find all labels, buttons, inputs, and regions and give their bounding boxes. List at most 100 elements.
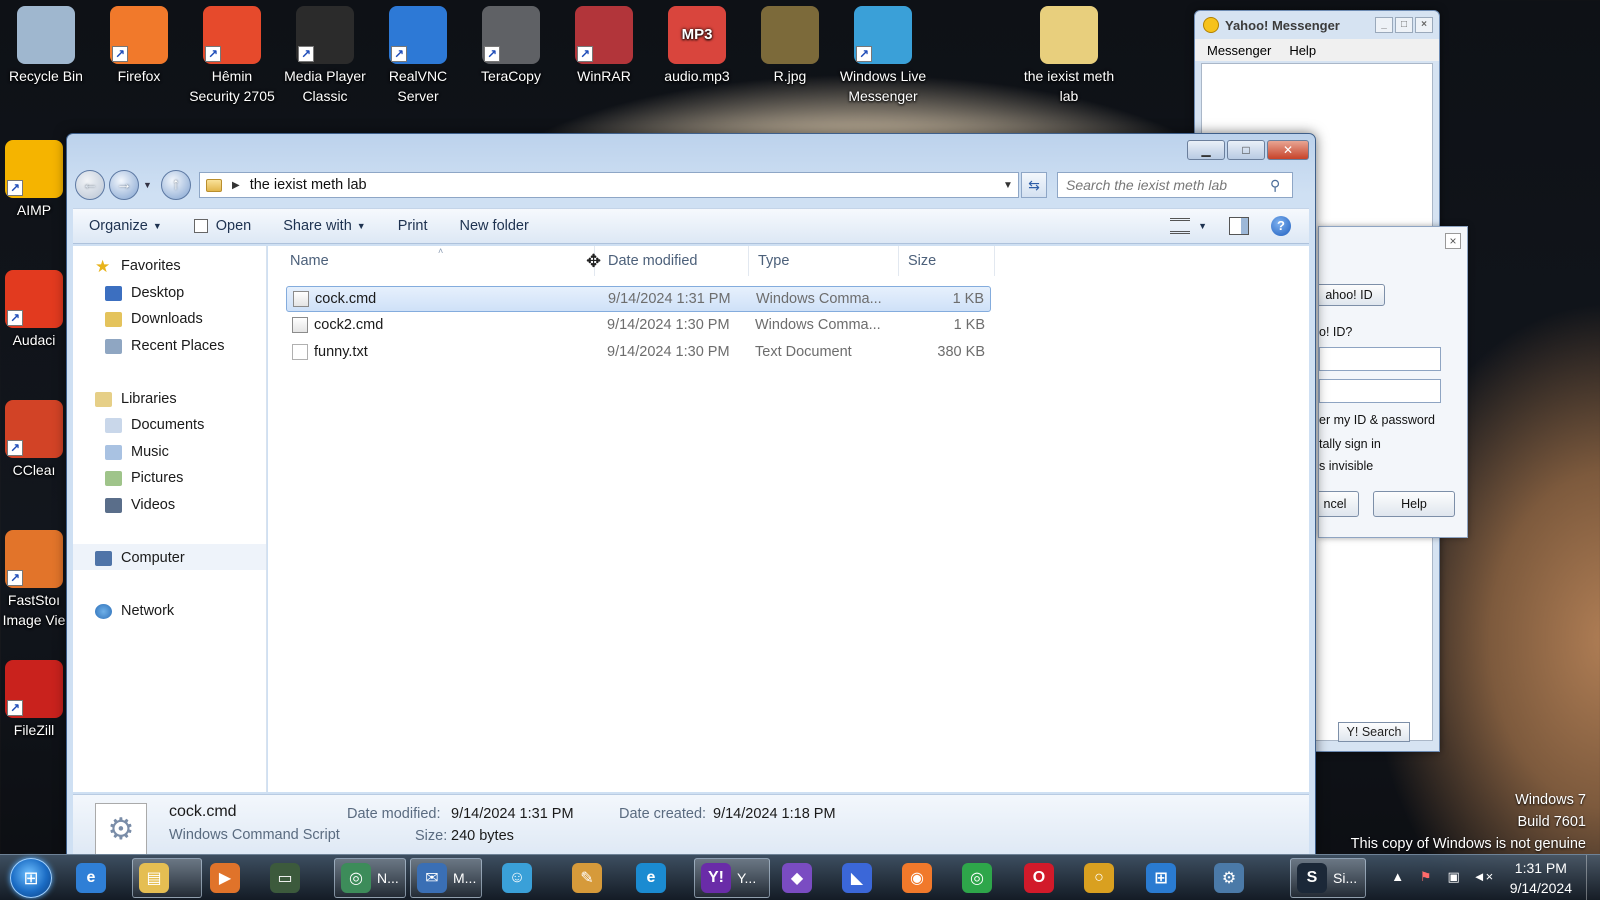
- taskbar-button[interactable]: S Si...: [1290, 858, 1366, 898]
- help-button[interactable]: Help: [1373, 491, 1455, 517]
- taskbar-button[interactable]: O: [1018, 858, 1072, 898]
- desktop-icon[interactable]: ↗ Windows Live Messenger: [837, 0, 929, 106]
- back-button[interactable]: ←: [75, 170, 105, 200]
- taskbar-button[interactable]: ⚙: [1208, 858, 1282, 898]
- column-date-modified[interactable]: Date modified: [608, 253, 697, 269]
- clock[interactable]: 1:31 PM 9/14/2024: [1496, 858, 1586, 898]
- desktop-icon[interactable]: MP3 audio.mp3: [651, 0, 743, 86]
- taskbar-button[interactable]: ◆: [776, 858, 830, 898]
- help-icon[interactable]: ?: [1271, 216, 1291, 236]
- taskbar-button[interactable]: ☺: [496, 858, 560, 898]
- sign-in-invisible-checkbox-label[interactable]: s invisible: [1319, 459, 1373, 473]
- new-folder-button[interactable]: New folder: [444, 218, 545, 234]
- organize-button[interactable]: Organize ▼: [73, 218, 178, 234]
- maximize-button[interactable]: □: [1227, 140, 1265, 160]
- close-button[interactable]: ✕: [1267, 140, 1309, 160]
- get-yahoo-id-button[interactable]: ahoo! ID: [1319, 284, 1385, 306]
- volume-muted-icon[interactable]: ◄×: [1473, 869, 1493, 887]
- start-button[interactable]: ⊞: [10, 858, 52, 898]
- nav-computer[interactable]: Computer: [95, 550, 185, 566]
- taskbar-button[interactable]: e: [630, 858, 688, 898]
- nav-favorites[interactable]: ★ Favorites: [95, 258, 181, 275]
- desktop-icon[interactable]: ↗ FileZill: [0, 654, 74, 740]
- taskbar-button[interactable]: ○: [1078, 858, 1132, 898]
- taskbar-button[interactable]: ◎: [956, 858, 1012, 898]
- desktop-icon[interactable]: R.jpg: [744, 0, 836, 86]
- taskbar-button[interactable]: ▶: [204, 858, 258, 898]
- desktop-icon[interactable]: ↗ FastStoı Image Vie: [0, 524, 74, 630]
- nav-pictures[interactable]: Pictures: [105, 470, 183, 486]
- taskbar-button[interactable]: e: [70, 858, 124, 898]
- network-status-icon[interactable]: ▣: [1445, 869, 1463, 887]
- menu-help[interactable]: Help: [1289, 43, 1316, 58]
- desktop-icon[interactable]: ↗ Hêmin Security 2705: [186, 0, 278, 106]
- column-size[interactable]: Size: [908, 253, 936, 269]
- desktop-icon[interactable]: ↗ AIMP: [0, 134, 74, 220]
- login-close-button[interactable]: ×: [1445, 233, 1461, 249]
- taskbar-button[interactable]: ⊞: [1140, 858, 1202, 898]
- forward-button[interactable]: →: [109, 170, 139, 200]
- column-divider[interactable]: [898, 246, 899, 276]
- address-dropdown-icon[interactable]: ▼: [998, 180, 1018, 191]
- search-icon[interactable]: ⚲: [1270, 177, 1292, 194]
- cancel-button[interactable]: ncel: [1319, 491, 1359, 517]
- file-row[interactable]: cock.cmd 9/14/2024 1:31 PM Windows Comma..…: [286, 286, 991, 312]
- password-field[interactable]: [1319, 379, 1441, 403]
- column-type[interactable]: Type: [758, 253, 789, 269]
- breadcrumb[interactable]: the iexist meth lab: [250, 177, 367, 193]
- desktop-icon[interactable]: ↗ CCleaı: [0, 394, 74, 480]
- taskbar-button[interactable]: ◉: [896, 858, 950, 898]
- show-hidden-icons-icon[interactable]: ▲: [1389, 869, 1407, 887]
- change-view-button[interactable]: ▼: [1170, 218, 1207, 234]
- yahoo-messenger-titlebar[interactable]: Yahoo! Messenger _ □ ×: [1195, 11, 1439, 39]
- nav-recent-places[interactable]: Recent Places: [105, 338, 225, 354]
- action-center-flag-icon[interactable]: ⚑: [1417, 869, 1435, 887]
- nav-network[interactable]: Network: [95, 603, 174, 619]
- nav-videos[interactable]: Videos: [105, 497, 175, 513]
- remember-id-checkbox-label[interactable]: er my ID & password: [1319, 413, 1435, 427]
- show-desktop-button[interactable]: [1586, 855, 1600, 900]
- nav-downloads[interactable]: Downloads: [105, 311, 203, 327]
- nav-libraries[interactable]: Libraries: [95, 391, 177, 407]
- menu-messenger[interactable]: Messenger: [1207, 43, 1271, 58]
- taskbar-button[interactable]: ▭: [264, 858, 324, 898]
- desktop-icon[interactable]: the iexist meth lab: [1023, 0, 1115, 106]
- column-divider[interactable]: [994, 246, 995, 276]
- recent-pages-dropdown[interactable]: ▼: [143, 180, 155, 190]
- up-button[interactable]: ↑: [161, 170, 191, 200]
- taskbar-button[interactable]: ✎: [566, 858, 624, 898]
- desktop-icon[interactable]: ↗ Firefox: [93, 0, 185, 86]
- desktop-icon[interactable]: ↗ TeraCopy: [465, 0, 557, 86]
- breadcrumb-separator-icon[interactable]: ▶: [232, 180, 240, 191]
- desktop-icon[interactable]: ↗ WinRAR: [558, 0, 650, 86]
- column-name[interactable]: Name: [290, 253, 329, 269]
- refresh-button[interactable]: ⇆: [1021, 172, 1047, 198]
- taskbar-button[interactable]: ▤: [132, 858, 202, 898]
- file-row[interactable]: cock2.cmd 9/14/2024 1:30 PM Windows Comma.…: [286, 313, 991, 339]
- minimize-button[interactable]: _: [1375, 17, 1393, 33]
- search-input[interactable]: Search the iexist meth lab ⚲: [1057, 172, 1293, 198]
- desktop-icon[interactable]: ↗ Audaci: [0, 264, 74, 350]
- file-row[interactable]: funny.txt 9/14/2024 1:30 PM Text Document 3…: [286, 340, 991, 366]
- explorer-window[interactable]: ▁ □ ✕ ← → ▼ ↑ ▶ the iexist meth lab ▼ ⇆ …: [66, 133, 1316, 855]
- yahoo-search-button[interactable]: Y! Search: [1338, 722, 1410, 742]
- desktop-icon[interactable]: ↗ RealVNC Server: [372, 0, 464, 106]
- auto-sign-in-checkbox-label[interactable]: tally sign in: [1319, 437, 1381, 451]
- nav-desktop[interactable]: Desktop: [105, 285, 184, 301]
- taskbar-button[interactable]: ✉ M...: [410, 858, 482, 898]
- taskbar-button[interactable]: ◣: [836, 858, 890, 898]
- minimize-button[interactable]: ▁: [1187, 140, 1225, 160]
- print-button[interactable]: Print: [382, 218, 444, 234]
- nav-documents[interactable]: Documents: [105, 417, 204, 433]
- address-bar[interactable]: ▶ the iexist meth lab ▼: [199, 172, 1019, 198]
- nav-music[interactable]: Music: [105, 444, 169, 460]
- preview-pane-icon[interactable]: [1229, 217, 1249, 235]
- taskbar-button[interactable]: Y! Y...: [694, 858, 770, 898]
- share-with-button[interactable]: Share with ▼: [267, 218, 381, 234]
- yahoo-id-field[interactable]: [1319, 347, 1441, 371]
- column-divider[interactable]: [748, 246, 749, 276]
- desktop-icon[interactable]: ↗ Media Player Classic: [279, 0, 371, 106]
- close-button[interactable]: ×: [1415, 17, 1433, 33]
- taskbar-button[interactable]: ◎ N...: [334, 858, 406, 898]
- open-button[interactable]: Open: [178, 218, 267, 234]
